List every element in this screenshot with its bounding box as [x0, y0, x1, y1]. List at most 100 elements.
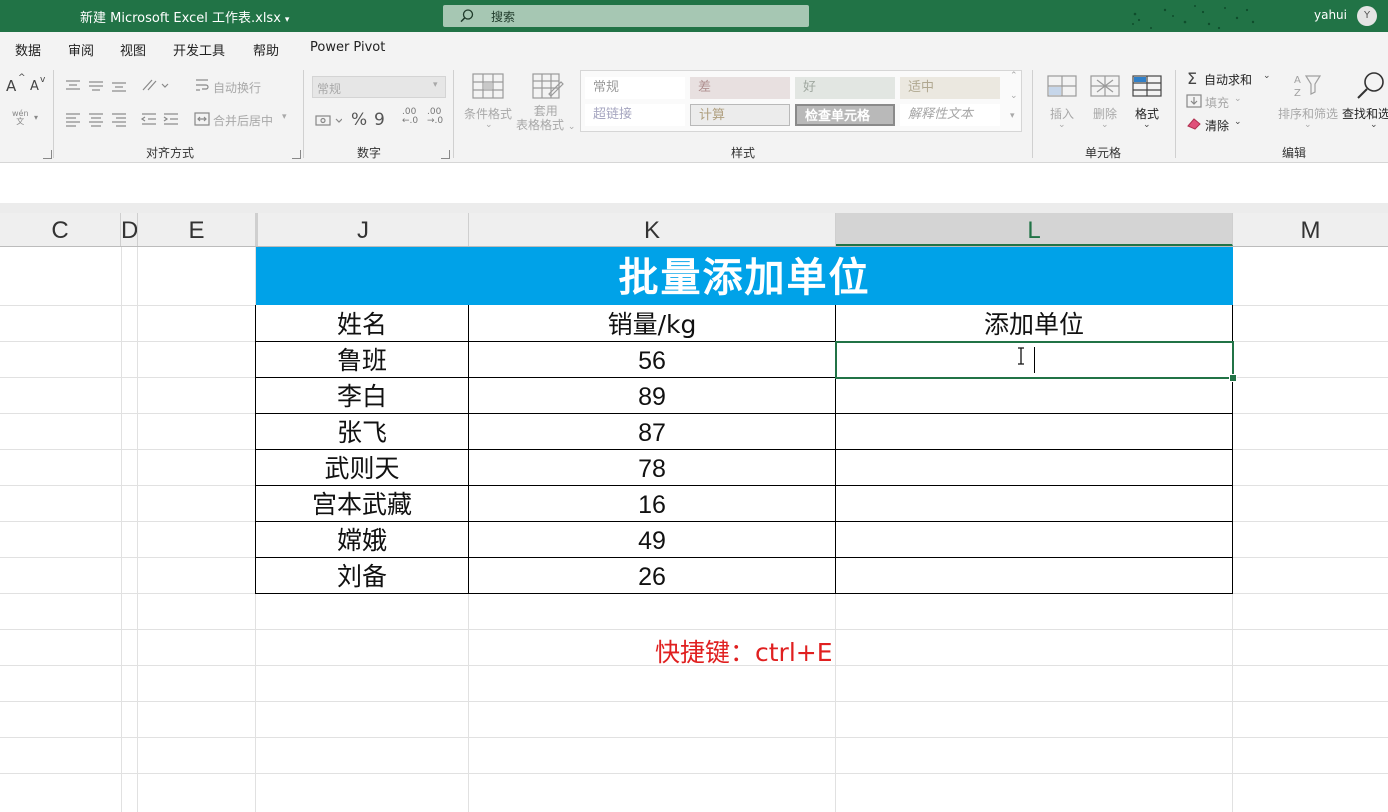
table-cell[interactable]: 87 — [469, 415, 835, 451]
gridline — [0, 629, 1388, 630]
phonetic-button[interactable]: wén 文 — [12, 110, 29, 126]
alignment-group-label: 对齐方式 — [146, 146, 195, 160]
table-cell[interactable]: 刘备 — [256, 559, 468, 595]
style-explanatory[interactable]: 解释性文本 — [900, 104, 1000, 126]
style-hyperlink[interactable]: 超链接 — [585, 104, 685, 126]
clear-button[interactable]: 清除 — [1205, 117, 1229, 134]
chevron-down-icon: ▾ — [282, 112, 287, 122]
conditional-format-icon — [472, 73, 504, 99]
gridline — [0, 773, 1388, 774]
vertical-align-icons[interactable] — [64, 78, 130, 94]
sheet-banner-title[interactable]: 批量添加单位 — [256, 247, 1233, 305]
table-cell[interactable]: 张飞 — [256, 415, 468, 451]
gallery-expand-icon[interactable]: ▾ — [1010, 111, 1015, 121]
alignment-dialog-launcher-icon[interactable] — [292, 150, 301, 159]
search-box[interactable]: 搜索 — [443, 5, 809, 27]
document-title[interactable]: 新建 Microsoft Excel 工作表.xlsx ▾ — [80, 7, 289, 26]
search-placeholder: 搜索 — [491, 10, 516, 24]
fill-button[interactable]: 填充 — [1205, 94, 1229, 111]
merge-center-button[interactable]: 合并后居中 — [213, 112, 273, 129]
gridline — [468, 593, 469, 812]
table-cell[interactable]: 89 — [469, 379, 835, 415]
formula-bar-area — [0, 163, 1388, 204]
find-select-icon — [1357, 72, 1384, 99]
table-cell[interactable]: 26 — [469, 559, 835, 595]
i-beam-cursor-icon — [1018, 347, 1024, 365]
column-header-j[interactable]: J — [256, 213, 469, 246]
user-name[interactable]: yahui — [1314, 8, 1347, 22]
header-add-unit[interactable]: 添加单位 — [836, 307, 1232, 343]
grow-font-button[interactable]: A — [6, 77, 16, 95]
sort-filter-icon: A Z — [1294, 75, 1322, 99]
comma-style-button[interactable]: 9 — [374, 110, 385, 130]
tab-power-pivot[interactable]: Power Pivot — [310, 40, 385, 55]
style-neutral[interactable]: 适中 — [900, 77, 1000, 99]
style-bad[interactable]: 差 — [690, 77, 790, 99]
style-calculation[interactable]: 计算 — [690, 104, 790, 126]
svg-text:Z: Z — [1294, 88, 1301, 99]
header-name[interactable]: 姓名 — [256, 307, 468, 343]
delete-cells-icon — [1090, 75, 1120, 97]
chevron-down-icon: ⌄ — [485, 120, 493, 130]
number-dialog-launcher-icon[interactable] — [441, 150, 450, 159]
table-format-button[interactable]: 套用 表格格式 ⌄ — [516, 104, 575, 134]
number-format-dropdown[interactable]: 常规 ▾ — [312, 76, 446, 98]
table-cell[interactable]: 武则天 — [256, 451, 468, 487]
tab-help[interactable]: 帮助 — [253, 40, 279, 59]
orientation-icon[interactable] — [140, 76, 170, 94]
autosum-icon: Σ — [1187, 69, 1198, 88]
tab-view[interactable]: 视图 — [120, 40, 146, 59]
font-dialog-launcher-icon[interactable] — [43, 150, 52, 159]
table-cell[interactable]: 49 — [469, 523, 835, 559]
percent-button[interactable]: % — [351, 110, 367, 130]
fill-icon — [1186, 94, 1202, 108]
chevron-up-icon[interactable]: ⌃ — [1010, 71, 1018, 81]
table-cell[interactable]: 嫦娥 — [256, 523, 468, 559]
find-select-button[interactable]: 查找和选 — [1342, 105, 1388, 122]
horizontal-align-icons[interactable] — [64, 111, 130, 127]
column-header-d[interactable]: D — [121, 213, 138, 246]
grow-font-arrow-icon: ^ — [18, 73, 26, 83]
number-format-value: 常规 — [317, 82, 342, 96]
chevron-down-icon: ▾ — [433, 80, 438, 90]
style-normal[interactable]: 常规 — [585, 77, 685, 99]
column-header-k[interactable]: K — [469, 213, 836, 246]
chevron-down-icon[interactable]: ⌄ — [1010, 91, 1018, 101]
avatar[interactable]: Y — [1357, 6, 1377, 26]
column-header-m[interactable]: M — [1233, 213, 1388, 246]
column-header-e[interactable]: E — [138, 213, 256, 246]
ribbon-tabs: 数据 审阅 视图 开发工具 帮助 Power Pivot — [0, 32, 1388, 64]
table-cell[interactable]: 宫本武藏 — [256, 487, 468, 523]
table-cell[interactable]: 鲁班 — [256, 343, 468, 379]
gridline — [835, 593, 836, 812]
tab-data[interactable]: 数据 — [15, 40, 41, 59]
group-divider — [453, 70, 454, 158]
decrease-decimal-button[interactable]: .00 →.0 — [427, 108, 443, 126]
header-sales[interactable]: 销量/kg — [469, 307, 835, 343]
gridline — [0, 737, 1388, 738]
increase-decimal-button[interactable]: .00 ←.0 — [402, 108, 418, 126]
tab-developer[interactable]: 开发工具 — [173, 40, 225, 59]
gallery-scroll[interactable]: ⌃ ⌄ ▾ — [1007, 71, 1021, 131]
table-cell[interactable]: 16 — [469, 487, 835, 523]
column-header-l[interactable]: L — [836, 213, 1233, 246]
indent-icons[interactable] — [140, 111, 184, 127]
insert-cells-icon — [1047, 75, 1077, 97]
table-cell[interactable]: 78 — [469, 451, 835, 487]
shortcut-note[interactable]: 快捷键：ctrl+E — [655, 633, 833, 669]
table-cell[interactable]: 56 — [469, 343, 835, 379]
wrap-text-button[interactable]: 自动换行 — [213, 79, 261, 96]
tab-review[interactable]: 审阅 — [68, 40, 94, 59]
table-format-icon — [532, 73, 564, 99]
style-good[interactable]: 好 — [795, 77, 895, 99]
style-check-cell[interactable]: 检查单元格 — [795, 104, 895, 126]
currency-icon[interactable] — [314, 112, 342, 128]
column-header-c[interactable]: C — [0, 213, 121, 246]
worksheet-grid[interactable]: 批量添加单位 姓名 销量/kg 添加单位 鲁班 56 李白 89 张飞 87 武… — [0, 247, 1388, 812]
table-cell[interactable]: 李白 — [256, 379, 468, 415]
fill-handle[interactable] — [1229, 374, 1237, 382]
autosum-button[interactable]: 自动求和 — [1204, 71, 1252, 88]
shrink-font-button[interactable]: A — [30, 79, 39, 94]
svg-text:A: A — [1294, 75, 1301, 86]
chevron-down-icon: ⌄ — [1143, 120, 1151, 130]
